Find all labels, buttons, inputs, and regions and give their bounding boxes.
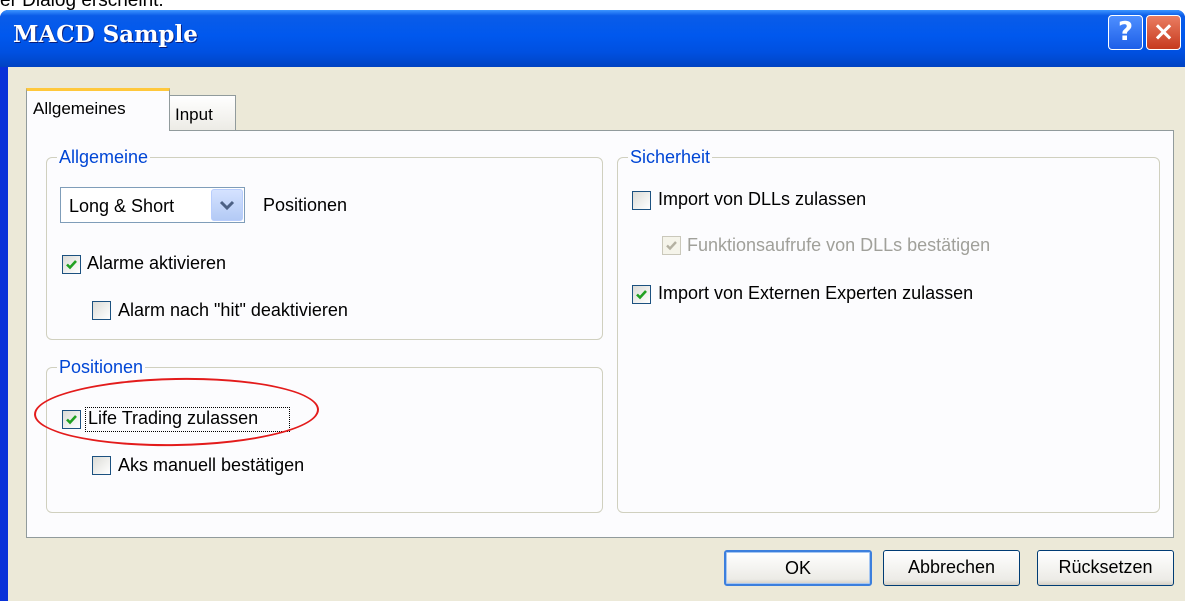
manual-confirm-label: Aks manuell bestätigen bbox=[118, 455, 305, 475]
disable-alarm-after-hit-checkbox[interactable] bbox=[92, 301, 111, 320]
disable-alarm-after-hit-label: Alarm nach "hit" deaktivieren bbox=[118, 300, 348, 320]
tab-panel: Allgemeine Long & Short Positionen Alarm… bbox=[26, 130, 1174, 538]
cancel-button[interactable]: Abbrechen bbox=[883, 550, 1020, 586]
tab-input[interactable]: Input bbox=[168, 95, 236, 131]
positions-group-legend: Positionen bbox=[59, 357, 144, 377]
tab-allgemeines[interactable]: Allgemeines bbox=[26, 88, 170, 131]
checkmark-icon bbox=[66, 260, 77, 270]
close-button[interactable]: × bbox=[1146, 15, 1181, 50]
reset-button[interactable]: Rücksetzen bbox=[1037, 550, 1174, 586]
ok-button[interactable]: OK bbox=[724, 550, 872, 586]
window-title: MACD Sample bbox=[13, 21, 198, 48]
help-button[interactable]: ? bbox=[1108, 15, 1143, 50]
confirm-dll-calls-label: Funktionsaufrufe von DLLs bestätigen bbox=[687, 235, 991, 255]
tab-label: Allgemeines bbox=[33, 99, 126, 118]
positions-select-value: Long & Short bbox=[69, 196, 175, 216]
allow-dll-import-label: Import von DLLs zulassen bbox=[658, 189, 867, 209]
allow-dll-import-checkbox[interactable] bbox=[632, 191, 651, 210]
checkmark-icon bbox=[666, 241, 677, 251]
enable-alerts-label: Alarme aktivieren bbox=[87, 253, 227, 273]
checkmark-icon bbox=[636, 290, 647, 300]
page-caption: er Dialog erscheint: bbox=[0, 0, 164, 11]
security-group-legend: Sicherheit bbox=[630, 147, 711, 167]
positions-select[interactable]: Long & Short bbox=[60, 187, 245, 223]
manual-confirm-checkbox[interactable] bbox=[92, 456, 111, 475]
general-group-legend: Allgemeine bbox=[59, 147, 149, 167]
positions-select-dropdown[interactable] bbox=[211, 189, 243, 221]
positions-select-label: Positionen bbox=[263, 195, 348, 215]
tab-label: Input bbox=[175, 105, 213, 124]
help-icon: ? bbox=[1117, 17, 1134, 47]
allow-external-experts-label: Import von Externen Experten zulassen bbox=[658, 283, 974, 303]
close-icon: × bbox=[1152, 17, 1175, 47]
dialog-client-area: Allgemeines Input Allgemeine Long & Shor… bbox=[8, 67, 1185, 601]
dialog-window: MACD Sample ? × Allgemeines Input Allgem… bbox=[0, 10, 1185, 601]
confirm-dll-calls-checkbox[interactable] bbox=[662, 236, 681, 255]
enable-alerts-checkbox[interactable] bbox=[62, 255, 81, 274]
title-bar[interactable]: MACD Sample ? × bbox=[0, 10, 1185, 67]
allow-external-experts-checkbox[interactable] bbox=[632, 285, 651, 304]
chevron-down-icon bbox=[219, 200, 235, 211]
